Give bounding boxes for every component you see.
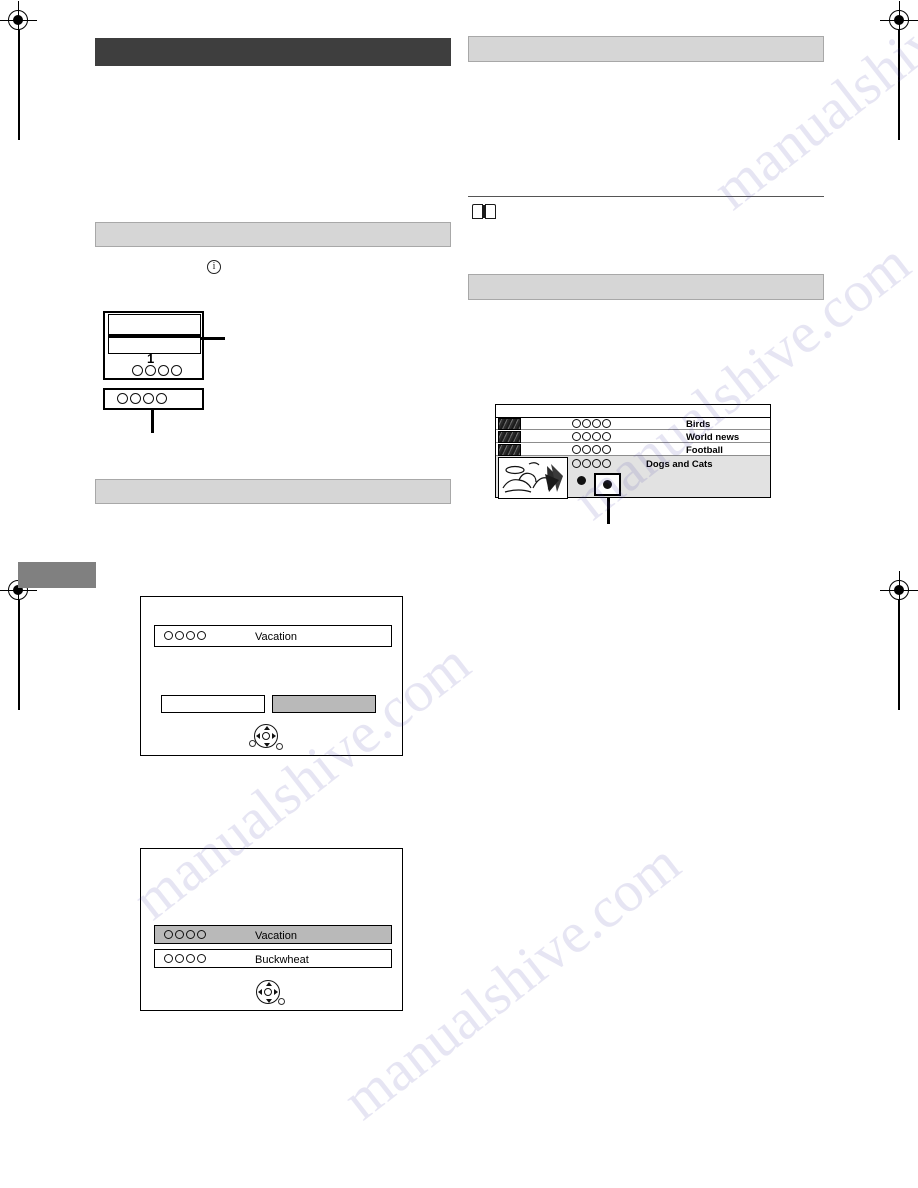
title-entry-placeholder-text: [164, 631, 206, 640]
list-row-0-placeholder-text: [572, 419, 611, 428]
title-entry-row[interactable]: Vacation: [154, 625, 392, 647]
list-item[interactable]: World news: [496, 430, 770, 443]
thumbnail-icon: [498, 430, 521, 443]
section-heading-bar-1: [95, 222, 451, 247]
diagram-leader-line-1: [201, 337, 225, 340]
right-section-heading-bar-1: [468, 36, 824, 62]
list-row-2-label: Football: [686, 445, 723, 456]
title-list-row-0-placeholder-text: [164, 930, 206, 939]
trim-line-left-top: [18, 30, 20, 140]
left-column: i 1 Vacation Vacation Buckwheat: [95, 0, 451, 1188]
dpad-ok-icon: [249, 723, 283, 753]
list-row-2-placeholder-text: [572, 445, 611, 454]
left-button[interactable]: [161, 695, 265, 713]
list-item-selected[interactable]: Dogs and Cats: [496, 456, 770, 499]
diagram-inner-row-2: [108, 335, 201, 354]
recorded-titles-list: Birds World news Football Dogs and Cats: [495, 404, 771, 499]
title-list-row-1-placeholder-text: [164, 954, 206, 963]
title-list-screen: Vacation Buckwheat: [140, 848, 403, 1011]
callout-leader-line: [607, 498, 610, 524]
title-list-row[interactable]: Buckwheat: [154, 949, 392, 968]
title-list-row-1-label: Buckwheat: [255, 954, 309, 966]
title-list-row-0-label: Vacation: [255, 930, 297, 942]
diagram-leader-line-2: [151, 410, 154, 433]
manual-page: i 1 Vacation Vacation Buckwheat Birds Wo…: [0, 0, 918, 1188]
list-row-1-label: World news: [686, 432, 740, 443]
right-button[interactable]: [272, 695, 376, 713]
list-row-1-placeholder-text: [572, 432, 611, 441]
indicator-callout: [594, 473, 621, 496]
right-section-heading-bar-2: [468, 274, 824, 300]
note-divider: [468, 196, 824, 197]
trim-line-right-top: [898, 30, 900, 140]
title-list-row-selected[interactable]: Vacation: [154, 925, 392, 944]
trim-line-right-bottom: [898, 600, 900, 710]
title-entry-screen: Vacation: [140, 596, 403, 756]
chapter-side-tab: [18, 562, 96, 588]
title-entry-label: Vacation: [255, 631, 297, 643]
list-row-3-placeholder-text: [572, 459, 611, 468]
section-heading-bar-2: [95, 479, 451, 504]
sketch-illustration: [499, 457, 567, 498]
trim-line-left-bottom: [18, 600, 20, 710]
book-icon: [472, 204, 496, 219]
info-icon: i: [207, 260, 221, 274]
indicator-dot-highlighted: [603, 480, 612, 489]
diagram-inner-row-1: [108, 314, 201, 335]
list-item[interactable]: Football: [496, 443, 770, 456]
thumbnail-icon: [498, 443, 521, 456]
diagram-lower-placeholder-text: [117, 393, 167, 404]
indicator-dot: [577, 476, 586, 485]
right-column: Birds World news Football Dogs and Cats: [468, 0, 824, 1188]
diagram-outer-placeholder-text: [132, 365, 182, 376]
list-item[interactable]: Birds: [496, 417, 770, 430]
list-row-3-label: Dogs and Cats: [646, 459, 713, 470]
diagram-number-label: 1: [147, 351, 155, 366]
thumbnail-icon: [498, 417, 521, 430]
list-row-0-label: Birds: [686, 419, 711, 430]
dpad-ok-icon: [251, 979, 285, 1009]
thumbnail-preview-large: [498, 456, 568, 499]
page-title-bar: [95, 38, 451, 66]
